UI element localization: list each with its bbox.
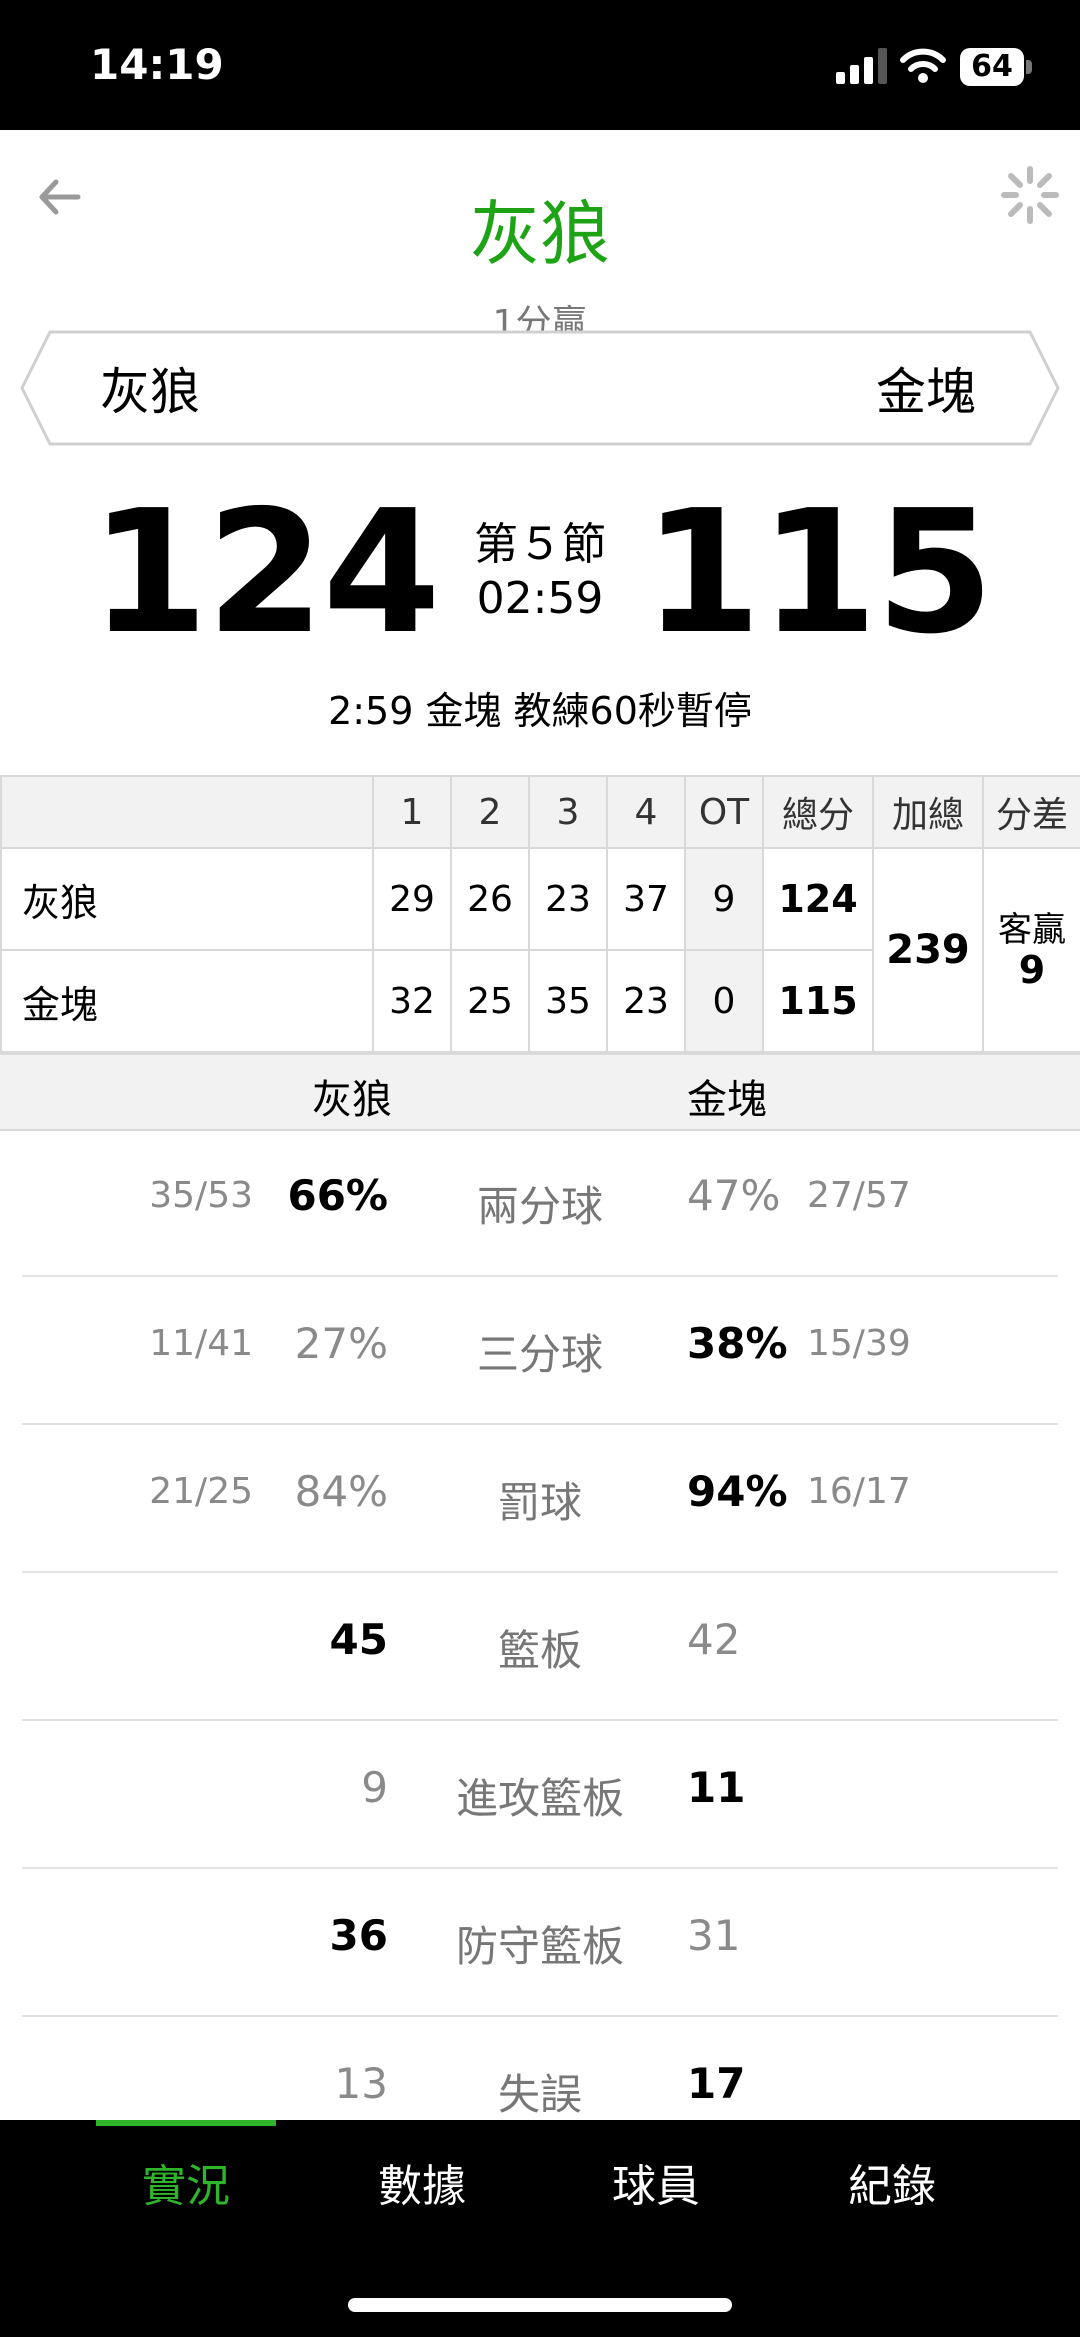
col-header: 總分 bbox=[762, 775, 874, 849]
stat-right-value: 31 bbox=[687, 1911, 741, 1960]
box-score-header-row: 1 2 3 4 OT 總分 加總 分差 bbox=[0, 775, 1080, 849]
stat-right-value: 47% bbox=[687, 1171, 781, 1220]
stat-right-fraction: 27/57 bbox=[807, 1175, 911, 1216]
col-header: 分差 bbox=[982, 775, 1080, 849]
stat-label: 籃板 bbox=[497, 1626, 582, 1675]
status-time: 14:19 bbox=[90, 40, 224, 89]
tab-records[interactable]: 紀錄 bbox=[848, 2150, 936, 2214]
diff-value: 9 bbox=[1018, 948, 1046, 992]
row-team-name: 灰狼 bbox=[0, 847, 374, 951]
quarter-score: 26 bbox=[450, 847, 530, 951]
stat-label: 失誤 bbox=[497, 2070, 582, 2119]
stat-row-two-pointers: 35/53 66% 兩分球 47% 27/57 bbox=[22, 1129, 1058, 1277]
diff-label: 客贏 bbox=[998, 910, 1066, 950]
wifi-icon bbox=[900, 48, 946, 83]
tab-live[interactable]: 實況 bbox=[142, 2150, 230, 2214]
battery-icon: 64 bbox=[960, 48, 1024, 86]
stats-team-header: 灰狼 金塊 bbox=[0, 1053, 1080, 1131]
signal-icon bbox=[836, 48, 887, 84]
col-header: 加總 bbox=[872, 775, 984, 849]
latest-event: 2:59 金塊 教練60秒暫停 bbox=[328, 689, 752, 733]
team-left-name[interactable]: 灰狼 bbox=[100, 352, 200, 424]
stat-right-value: 11 bbox=[687, 1763, 746, 1812]
active-tab-indicator bbox=[96, 2120, 276, 2126]
combined-score: 239 bbox=[872, 847, 984, 1053]
quarter-score: 37 bbox=[606, 847, 686, 951]
box-score-table: 1 2 3 4 OT 總分 加總 分差 灰狼 29 26 23 37 9 124… bbox=[0, 775, 1080, 1053]
stat-label: 防守籃板 bbox=[455, 1922, 624, 1971]
total-score: 115 bbox=[762, 949, 874, 1053]
total-score: 124 bbox=[762, 847, 874, 951]
stat-label: 進攻籃板 bbox=[455, 1774, 624, 1823]
col-header: 4 bbox=[606, 775, 686, 849]
quarter-score: 23 bbox=[606, 949, 686, 1053]
team-stats-list: 35/53 66% 兩分球 47% 27/57 11/41 27% 三分球 38… bbox=[0, 1129, 1080, 2165]
team-right-name[interactable]: 金塊 bbox=[876, 352, 976, 424]
score-difference: 客贏 9 bbox=[982, 847, 1080, 1053]
col-header: 3 bbox=[528, 775, 608, 849]
stat-row-offensive-rebounds: 9 進攻籃板 11 bbox=[22, 1721, 1058, 1869]
quarter-score: 29 bbox=[372, 847, 452, 951]
quarter-score: 32 bbox=[372, 949, 452, 1053]
page-title: 灰狼 bbox=[470, 193, 610, 275]
row-team-name: 金塊 bbox=[0, 949, 374, 1053]
stat-right-fraction: 16/17 bbox=[807, 1471, 911, 1512]
away-score: 115 bbox=[643, 474, 994, 672]
stats-header-left: 灰狼 bbox=[312, 1077, 392, 1123]
quarter-score: 23 bbox=[528, 847, 608, 951]
loading-spinner-icon bbox=[1001, 166, 1059, 224]
ot-score: 0 bbox=[684, 949, 764, 1053]
quarter-score: 25 bbox=[450, 949, 530, 1053]
stat-row-three-pointers: 11/41 27% 三分球 38% 15/39 bbox=[22, 1277, 1058, 1425]
stat-row-free-throws: 21/25 84% 罰球 94% 16/17 bbox=[22, 1425, 1058, 1573]
stat-right-value: 38% bbox=[687, 1319, 788, 1368]
tab-players[interactable]: 球員 bbox=[612, 2150, 700, 2214]
stat-row-defensive-rebounds: 36 防守籃板 31 bbox=[22, 1869, 1058, 2017]
table-row: 灰狼 29 26 23 37 9 124 239 客贏 9 bbox=[0, 847, 1080, 1053]
col-header: OT bbox=[684, 775, 764, 849]
stat-right-value: 17 bbox=[687, 2059, 746, 2108]
col-header: 2 bbox=[450, 775, 530, 849]
ot-score: 9 bbox=[684, 847, 764, 951]
stat-right-value: 42 bbox=[687, 1615, 741, 1664]
stat-right-fraction: 15/39 bbox=[807, 1323, 911, 1364]
stats-header-right: 金塊 bbox=[687, 1077, 767, 1123]
stat-row-rebounds: 45 籃板 42 bbox=[22, 1573, 1058, 1721]
box-score-corner bbox=[0, 775, 374, 849]
stat-right-value: 94% bbox=[687, 1467, 788, 1516]
tab-stats[interactable]: 數據 bbox=[378, 2150, 466, 2214]
col-header: 1 bbox=[372, 775, 452, 849]
home-indicator[interactable] bbox=[348, 2298, 732, 2312]
status-bar: 14:19 64 bbox=[0, 0, 1080, 130]
battery-tip bbox=[1026, 60, 1032, 74]
quarter-score: 35 bbox=[528, 949, 608, 1053]
